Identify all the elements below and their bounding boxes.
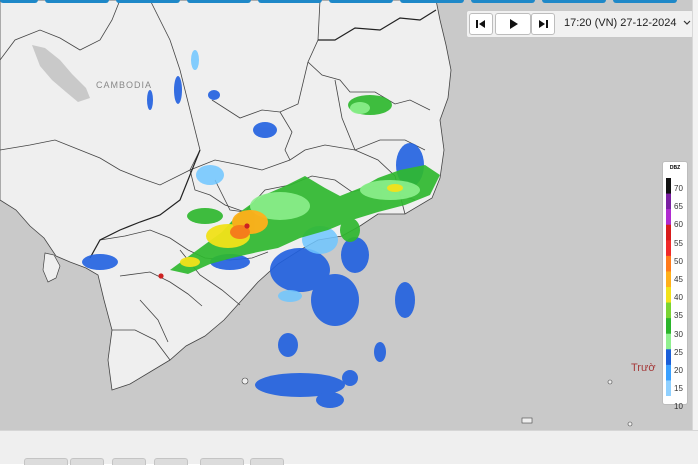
legend-tick-label: 30 bbox=[674, 329, 683, 339]
right-scroll-strip bbox=[692, 0, 698, 430]
top-tab[interactable] bbox=[258, 0, 322, 3]
time-selector[interactable]: 17:20 (VN) 27-12-2024 bbox=[564, 17, 691, 29]
play-icon bbox=[510, 19, 518, 29]
taskbar-item[interactable] bbox=[250, 458, 284, 465]
city-marker-ho-chi-minh[interactable] bbox=[244, 223, 250, 229]
legend-unit: DBZ bbox=[669, 165, 681, 171]
legend-tick-label: 50 bbox=[674, 256, 683, 266]
truong-sa-label: Trườ bbox=[631, 362, 656, 374]
legend-colorbar bbox=[666, 178, 671, 396]
legend-color-swatch bbox=[666, 364, 671, 381]
legend-color-swatch bbox=[666, 302, 671, 319]
top-tab[interactable] bbox=[400, 0, 464, 3]
legend-color-swatch bbox=[666, 349, 671, 366]
top-tab[interactable] bbox=[116, 0, 180, 3]
dbz-legend: DBZ 70 65 60 55 50 45 40 35 30 25 20 15 10 bbox=[662, 161, 688, 411]
radar-map[interactable]: CAMBODIA Trườ bbox=[0, 0, 698, 430]
next-frame-button[interactable] bbox=[531, 13, 555, 35]
top-tab[interactable] bbox=[187, 0, 251, 3]
taskbar-item[interactable] bbox=[154, 458, 188, 465]
legend-color-swatch bbox=[666, 240, 671, 257]
city-marker-can-tho[interactable] bbox=[158, 273, 164, 279]
top-tab[interactable] bbox=[542, 0, 606, 3]
small-island bbox=[607, 379, 613, 385]
small-island bbox=[627, 421, 633, 427]
map-canvas bbox=[0, 0, 698, 430]
radar-player-control: 17:20 (VN) 27-12-2024 bbox=[466, 10, 694, 38]
taskbar-item[interactable] bbox=[200, 458, 244, 465]
chevron-down-icon bbox=[683, 20, 691, 25]
taskbar-item[interactable] bbox=[112, 458, 146, 465]
small-island bbox=[521, 417, 533, 424]
taskbar-item[interactable] bbox=[24, 458, 68, 465]
taskbar-item[interactable] bbox=[70, 458, 104, 465]
legend-color-swatch bbox=[666, 209, 671, 226]
legend-tick-label: 20 bbox=[674, 366, 683, 375]
legend-tick-label: 10 bbox=[674, 402, 683, 412]
legend-tick-label: 65 bbox=[674, 202, 683, 212]
legend-tick-label: 15 bbox=[674, 384, 683, 394]
previous-frame-button[interactable] bbox=[469, 13, 493, 35]
legend-tick-label: 40 bbox=[674, 293, 683, 303]
legend-tick-label: 60 bbox=[674, 220, 683, 230]
legend-tick-label: 70 bbox=[674, 184, 683, 193]
skip-back-icon bbox=[476, 20, 485, 28]
top-tab[interactable] bbox=[45, 0, 109, 3]
con-dao-island bbox=[241, 377, 249, 385]
legend-color-swatch bbox=[666, 224, 671, 241]
legend-color-swatch bbox=[666, 271, 671, 288]
legend-color-swatch bbox=[666, 255, 671, 272]
legend-tick-label: 25 bbox=[674, 347, 683, 357]
legend-tick-label: 35 bbox=[674, 311, 683, 321]
top-tab[interactable] bbox=[0, 0, 38, 3]
top-tabs bbox=[0, 0, 698, 5]
skip-forward-icon bbox=[539, 20, 548, 28]
legend-color-swatch bbox=[666, 333, 671, 350]
legend-tick-label: 45 bbox=[674, 275, 683, 284]
bottom-taskbar bbox=[0, 430, 698, 465]
time-text: 17:20 (VN) 27-12-2024 bbox=[564, 17, 677, 29]
top-tab[interactable] bbox=[471, 0, 535, 3]
legend-color-swatch bbox=[666, 380, 671, 396]
legend-tick-label: 55 bbox=[674, 238, 683, 248]
play-button[interactable] bbox=[495, 13, 531, 35]
legend-color-swatch bbox=[666, 178, 671, 195]
legend-color-swatch bbox=[666, 318, 671, 335]
top-tab[interactable] bbox=[329, 0, 393, 3]
legend-color-swatch bbox=[666, 287, 671, 304]
legend-color-swatch bbox=[666, 193, 671, 210]
top-tab[interactable] bbox=[613, 0, 677, 3]
cambodia-label: CAMBODIA bbox=[96, 80, 153, 90]
